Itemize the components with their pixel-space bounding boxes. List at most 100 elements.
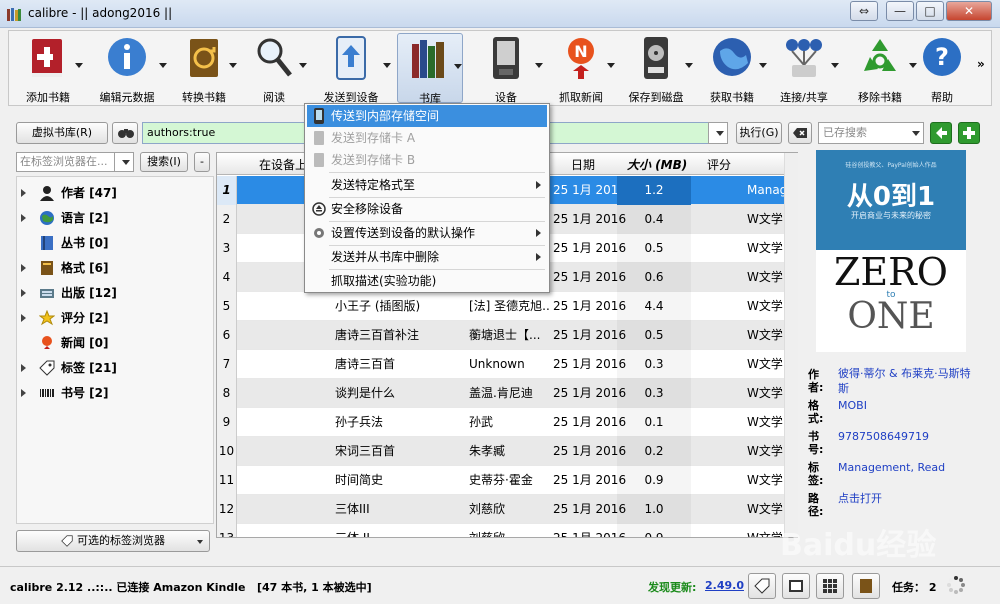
- chevron-down-icon[interactable]: [831, 63, 839, 68]
- chevron-down-icon[interactable]: [535, 63, 543, 68]
- chevron-down-icon[interactable]: [909, 63, 917, 68]
- expand-arrow-icon[interactable]: [21, 364, 26, 372]
- column-on-device[interactable]: 在设备上: [259, 156, 307, 173]
- menu-item-set-default-send-action[interactable]: 设置传送到设备的默认操作: [307, 222, 547, 244]
- collapse-button[interactable]: -: [194, 152, 210, 172]
- edit-metadata-button[interactable]: 编辑元数据: [87, 33, 167, 104]
- tag-mark-button[interactable]: [748, 573, 776, 599]
- book-details-button[interactable]: [852, 573, 880, 599]
- expand-arrow-icon[interactable]: [21, 289, 26, 297]
- chevron-down-icon: [197, 540, 203, 544]
- table-row[interactable]: 13 三体 II 刘慈欣 25 1月 2016 0.9 W文学: [217, 524, 797, 537]
- tag-item-rating[interactable]: 评分 [2]: [17, 306, 213, 330]
- binoculars-icon: [118, 129, 134, 138]
- remove-books-button[interactable]: 移除书籍: [843, 33, 917, 104]
- virtual-library-button[interactable]: 虚拟书库(R): [16, 122, 108, 144]
- send-to-device-button[interactable]: 发送到设备: [311, 33, 391, 104]
- tag-item-tags[interactable]: 标签 [21]: [17, 356, 213, 380]
- maximize-button[interactable]: □: [916, 1, 944, 21]
- chevron-down-icon[interactable]: [159, 63, 167, 68]
- tag-search-button[interactable]: 搜索(I): [140, 152, 188, 172]
- chevron-down-icon[interactable]: [75, 63, 83, 68]
- chevron-down-icon[interactable]: [454, 64, 462, 69]
- table-scrollbar[interactable]: [784, 153, 798, 537]
- clear-search-button[interactable]: [788, 122, 812, 144]
- menu-item-send-to-card-a[interactable]: 发送到存储卡 A: [307, 127, 547, 149]
- connect-share-button[interactable]: 连接/共享: [769, 33, 839, 104]
- update-link[interactable]: 2.49.0: [705, 579, 744, 592]
- get-books-button[interactable]: 获取书籍: [697, 33, 767, 104]
- fetch-news-button[interactable]: N 抓取新闻: [547, 33, 615, 104]
- chevron-down-icon[interactable]: [685, 63, 693, 68]
- toolbar-overflow-button[interactable]: »: [977, 57, 985, 71]
- minimize-button[interactable]: —: [886, 1, 914, 21]
- device-button[interactable]: 设备: [469, 33, 543, 104]
- execute-search-button[interactable]: 执行(G): [736, 122, 782, 144]
- tag-item-formats[interactable]: 格式 [6]: [17, 256, 213, 280]
- tag-filter-dropdown[interactable]: [114, 152, 134, 172]
- series-book-icon: [41, 236, 53, 250]
- isbn-link[interactable]: 9787508649719: [838, 429, 929, 444]
- expand-arrow-icon[interactable]: [21, 264, 26, 272]
- menu-item-fetch-annotations[interactable]: 抓取描述(实验功能): [307, 270, 547, 292]
- table-row[interactable]: 5 小王子 (插图版) [法] 圣德克旭... 25 1月 2016 4.4 W文学: [217, 292, 797, 321]
- menu-item-send-to-main-memory[interactable]: 传送到内部存储空间: [307, 105, 547, 127]
- table-row[interactable]: 9 孙子兵法 孙武 25 1月 2016 0.1 W文学: [217, 408, 797, 437]
- optional-tag-browser-button[interactable]: 可选的标签浏览器: [16, 530, 210, 552]
- chevron-down-icon[interactable]: [607, 63, 615, 68]
- convert-books-button[interactable]: 转换书籍: [171, 33, 237, 104]
- chevron-down-icon[interactable]: [383, 63, 391, 68]
- tag-item-publishers[interactable]: 出版 [12]: [17, 281, 213, 305]
- menu-item-send-and-delete[interactable]: 发送并从书库中删除: [307, 246, 547, 268]
- tag-item-series[interactable]: 丛书 [0]: [17, 231, 213, 255]
- book-date-cell: 25 1月 2016: [553, 473, 627, 487]
- restore-sidebar-button[interactable]: ⇔: [850, 1, 878, 21]
- tag-item-authors[interactable]: 作者 [47]: [17, 181, 213, 205]
- view-button[interactable]: 阅读: [241, 33, 307, 104]
- cover-flow-button[interactable]: [782, 573, 810, 599]
- add-saved-search-button[interactable]: [958, 122, 980, 144]
- tags-link[interactable]: Management, Read: [838, 460, 945, 475]
- grid-view-button[interactable]: [816, 573, 844, 599]
- close-button[interactable]: ✕: [946, 1, 992, 21]
- save-search-button[interactable]: [930, 122, 952, 144]
- menu-item-send-to-card-b[interactable]: 发送到存储卡 B: [307, 149, 547, 171]
- saved-search-combo[interactable]: 已存搜索: [818, 122, 924, 144]
- jobs-count[interactable]: 任务： 2: [892, 579, 936, 595]
- help-button[interactable]: ? 帮助: [917, 33, 967, 104]
- column-date[interactable]: 日期: [571, 156, 595, 173]
- path-link[interactable]: 点击打开: [838, 491, 882, 506]
- column-size[interactable]: 大小 (MB): [627, 156, 687, 173]
- table-row[interactable]: 12 三体III 刘慈欣 25 1月 2016 1.0 W文学: [217, 495, 797, 524]
- format-link[interactable]: MOBI: [838, 398, 867, 413]
- tag-item-news[interactable]: 新闻 [0]: [17, 331, 213, 355]
- search-history-dropdown[interactable]: [708, 122, 728, 144]
- table-row[interactable]: 11 时间简史 史蒂芬·霍金 25 1月 2016 0.9 W文学: [217, 466, 797, 495]
- column-rating[interactable]: 评分: [707, 156, 731, 173]
- save-to-disk-button[interactable]: 保存到磁盘: [619, 33, 693, 104]
- chevron-down-icon[interactable]: [229, 63, 237, 68]
- menu-item-send-specific-format[interactable]: 发送特定格式至: [307, 174, 547, 196]
- tag-item-identifiers[interactable]: 书号 [2]: [17, 381, 213, 405]
- chevron-down-icon[interactable]: [299, 63, 307, 68]
- author-link[interactable]: 彼得·蒂尔 & 布莱克·马斯特斯: [838, 366, 978, 396]
- table-row[interactable]: 6 唐诗三百首补注 蘅塘退士【... 25 1月 2016 0.5 W文学: [217, 321, 797, 350]
- table-row[interactable]: 7 唐诗三百首 Unknown 25 1月 2016 0.3 W文学: [217, 350, 797, 379]
- binoculars-button[interactable]: [112, 122, 138, 144]
- chevron-down-icon[interactable]: [759, 63, 767, 68]
- menu-item-eject-device[interactable]: 安全移除设备: [307, 198, 547, 220]
- expand-arrow-icon[interactable]: [21, 389, 26, 397]
- table-row[interactable]: 10 宋词三百首 朱孝臧 25 1月 2016 0.2 W文学: [217, 437, 797, 466]
- book-tags-cell: W文学: [747, 415, 783, 429]
- add-books-button[interactable]: 添加书籍: [13, 33, 83, 104]
- library-button[interactable]: 书库: [397, 33, 463, 105]
- expand-arrow-icon[interactable]: [21, 214, 26, 222]
- book-size-cell: 0.3: [617, 379, 691, 408]
- book-cover[interactable]: 硅谷创投教父、PayPal创始人作品 从0到1 开启商业与未来的秘密 ZERO …: [816, 150, 966, 352]
- gear-icon: [314, 228, 324, 238]
- tag-item-languages[interactable]: 语言 [2]: [17, 206, 213, 230]
- table-row[interactable]: 8 谈判是什么 盖温.肯尼迪 25 1月 2016 0.3 W文学: [217, 379, 797, 408]
- expand-arrow-icon[interactable]: [21, 314, 26, 322]
- expand-arrow-icon[interactable]: [21, 189, 26, 197]
- menu-item-label: 设置传送到设备的默认操作: [331, 226, 476, 240]
